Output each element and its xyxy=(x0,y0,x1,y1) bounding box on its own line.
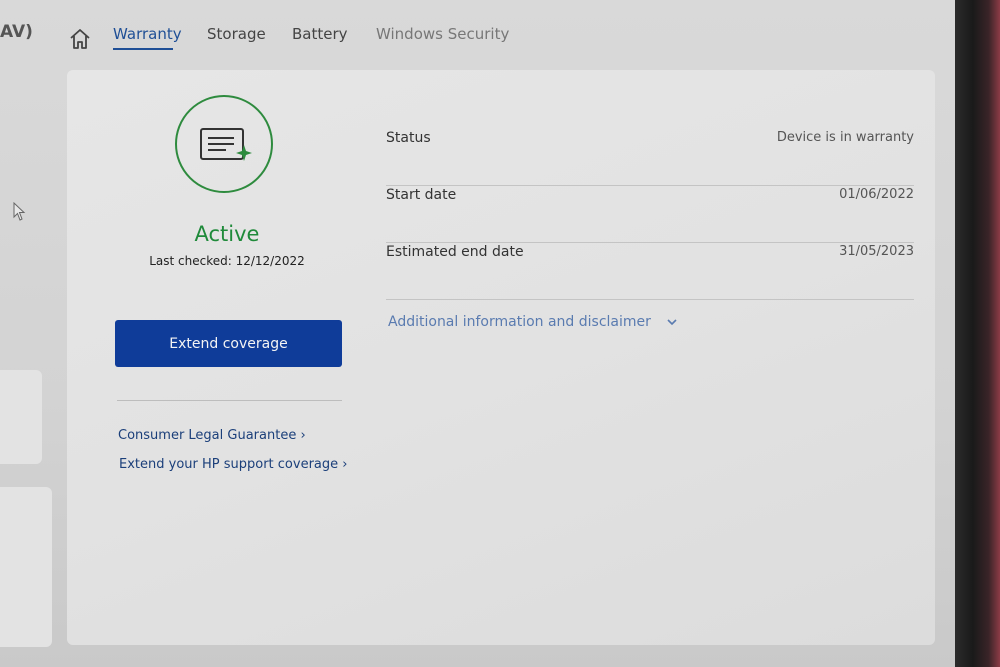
detail-label: Start date xyxy=(386,187,457,203)
tab-warranty[interactable]: Warranty xyxy=(113,25,182,43)
detail-row-start-date: Start date 01/06/2022 xyxy=(386,187,914,243)
chevron-down-icon xyxy=(667,319,677,326)
warranty-panel: Active Last checked: 12/12/2022 Extend c… xyxy=(67,70,935,645)
detail-value: Device is in warranty xyxy=(776,130,914,145)
tab-windows-security[interactable]: Windows Security xyxy=(376,25,509,43)
detail-row-end-date: Estimated end date 31/05/2023 xyxy=(386,244,914,300)
side-card[interactable] xyxy=(0,370,42,464)
home-icon[interactable] xyxy=(68,27,92,51)
tab-storage[interactable]: Storage xyxy=(207,25,266,43)
extend-coverage-button[interactable]: Extend coverage xyxy=(115,320,342,367)
row-divider xyxy=(386,299,914,300)
tab-battery[interactable]: Battery xyxy=(292,25,348,43)
detail-label: Estimated end date xyxy=(386,244,524,260)
detail-value: 01/06/2022 xyxy=(839,187,914,202)
extend-hp-support-link[interactable]: Extend your HP support coverage › xyxy=(119,457,347,472)
disclaimer-label: Additional information and disclaimer xyxy=(388,314,651,330)
tab-active-indicator xyxy=(113,48,173,50)
side-card[interactable] xyxy=(0,487,52,647)
screen: AV) Warranty Storage Battery Windows Sec… xyxy=(0,0,955,667)
detail-value: 31/05/2023 xyxy=(839,244,914,259)
disclaimer-expander[interactable]: Additional information and disclaimer xyxy=(388,314,677,330)
mouse-cursor-icon xyxy=(13,202,26,221)
detail-row-status: Status Device is in warranty xyxy=(386,130,914,186)
warranty-status-title: Active xyxy=(194,222,260,246)
last-checked-text: Last checked: 12/12/2022 xyxy=(149,254,305,268)
divider xyxy=(117,400,342,401)
detail-label: Status xyxy=(386,130,431,146)
monitor-bezel xyxy=(955,0,1000,667)
row-divider xyxy=(386,185,914,186)
app-title-fragment: AV) xyxy=(0,22,33,42)
consumer-legal-guarantee-link[interactable]: Consumer Legal Guarantee › xyxy=(118,428,306,443)
warranty-certificate-icon xyxy=(175,95,273,193)
row-divider xyxy=(386,242,914,243)
